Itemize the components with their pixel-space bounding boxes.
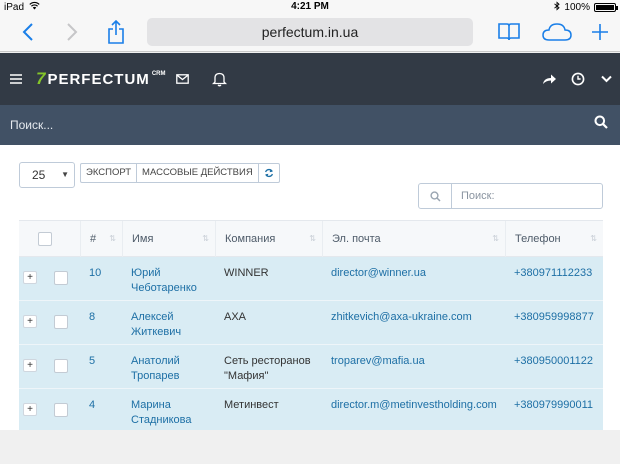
logo-superscript: CRM <box>151 71 166 77</box>
browser-toolbar: perfectum.in.ua <box>0 14 620 52</box>
column-header-id[interactable]: # ⇅ <box>80 221 122 258</box>
contact-phone[interactable]: +380950001122 <box>514 354 593 369</box>
row-checkbox[interactable] <box>54 403 68 417</box>
app-logo[interactable]: 7 PERFECTUM CRM <box>36 67 165 91</box>
expand-row-button[interactable]: + <box>23 403 37 416</box>
table-header: # ⇅ Имя ⇅ Компания ⇅ Эл. почта ⇅ Телефон ⇅ <box>19 220 603 258</box>
global-search-input[interactable]: Поиск... <box>10 118 53 132</box>
contact-email[interactable]: troparev@mafia.ua <box>331 354 425 369</box>
column-header-name[interactable]: Имя ⇅ <box>122 221 215 258</box>
sort-icon: ⇅ <box>492 234 499 243</box>
app-header: 7 PERFECTUM CRM <box>0 53 620 105</box>
logo-text: PERFECTUM <box>47 70 150 88</box>
notifications-button[interactable] <box>207 67 231 91</box>
row-checkbox[interactable] <box>54 315 68 329</box>
sort-icon: ⇅ <box>109 234 116 243</box>
sort-icon: ⇅ <box>590 234 597 243</box>
contact-company: AXA <box>224 311 247 323</box>
expand-row-button[interactable]: + <box>23 359 37 372</box>
table-search-input[interactable]: Поиск: <box>461 190 495 202</box>
share-link-button[interactable] <box>537 67 561 91</box>
contact-phone[interactable]: +380979990011 <box>514 398 593 413</box>
contact-email[interactable]: zhitkevich@axa-ukraine.com <box>331 310 472 325</box>
refresh-icon <box>264 168 273 178</box>
select-all-header <box>19 221 80 258</box>
profile-dropdown-button[interactable] <box>594 67 618 91</box>
page-length-select[interactable]: 25 ▼ <box>19 162 75 188</box>
column-header-email[interactable]: Эл. почта ⇅ <box>322 221 505 258</box>
contact-phone[interactable]: +380971112233 <box>514 266 592 281</box>
contact-id[interactable]: 10 <box>89 266 101 281</box>
search-icon[interactable] <box>594 115 608 134</box>
contact-phone[interactable]: +380959998877 <box>514 310 594 325</box>
battery-percent: 100% <box>564 2 590 13</box>
expand-row-button[interactable]: + <box>23 315 37 328</box>
messages-button[interactable] <box>170 67 194 91</box>
icloud-tabs-button[interactable] <box>540 19 574 45</box>
clock: 4:21 PM <box>291 1 329 12</box>
page-length-value: 25 <box>32 168 46 182</box>
caret-down-icon: ▼ <box>61 170 69 179</box>
clock-icon <box>571 72 585 86</box>
contact-id[interactable]: 8 <box>89 310 95 325</box>
ios-status-bar: iPad 4:21 PM 100% <box>0 0 620 14</box>
sort-icon: ⇅ <box>309 234 316 243</box>
contact-name[interactable]: Марина Стадникова <box>131 398 192 428</box>
select-all-checkbox[interactable] <box>38 232 52 246</box>
table-row[interactable]: + 8 Алексей Житкевич AXA zhitkevich@axa-u… <box>19 301 603 345</box>
contact-name[interactable]: Анатолий Тропарев <box>131 354 180 384</box>
contact-email[interactable]: director.m@metinvestholding.com <box>331 398 497 413</box>
back-button[interactable] <box>14 19 42 45</box>
table-search[interactable]: Поиск: <box>418 183 603 209</box>
contact-company: Метинвест <box>224 399 279 411</box>
envelope-icon <box>175 74 189 84</box>
new-tab-button[interactable] <box>586 19 614 45</box>
menu-button[interactable] <box>4 67 28 91</box>
contact-email[interactable]: director@winner.ua <box>331 266 426 281</box>
book-icon <box>498 23 520 41</box>
plus-icon <box>592 24 608 40</box>
table-row[interactable]: + 10 Юрий Чеботаренко WINNER director@win… <box>19 257 603 301</box>
forward-button[interactable] <box>58 19 86 45</box>
contacts-table: # ⇅ Имя ⇅ Компания ⇅ Эл. почта ⇅ Телефон ⇅ + … <box>19 220 603 433</box>
row-checkbox[interactable] <box>54 271 68 285</box>
bell-icon <box>211 72 227 87</box>
search-icon <box>419 184 452 208</box>
contact-company: Сеть ресторанов "Мафия" <box>224 355 311 382</box>
contact-company: WINNER <box>224 267 269 279</box>
chevron-left-icon <box>22 23 33 41</box>
row-checkbox[interactable] <box>54 359 68 373</box>
logo-mark: 7 <box>36 69 47 88</box>
share-icon <box>108 20 124 44</box>
expand-row-button[interactable]: + <box>23 271 37 284</box>
global-search-bar[interactable]: Поиск... <box>0 105 620 145</box>
address-bar[interactable]: perfectum.in.ua <box>147 18 473 46</box>
cloud-icon <box>542 23 572 41</box>
table-row[interactable]: + 4 Марина Стадникова Метинвест director.… <box>19 389 603 433</box>
contacts-panel: 25 ▼ ЭКСПОРТ МАССОВЫЕ ДЕЙСТВИЯ Поиск: # ⇅… <box>0 145 620 433</box>
contact-name[interactable]: Алексей Житкевич <box>131 310 181 340</box>
contact-name[interactable]: Юрий Чеботаренко <box>131 266 197 296</box>
page-bottom-area <box>0 430 620 464</box>
refresh-button[interactable] <box>257 163 280 183</box>
table-row[interactable]: + 5 Анатолий Тропарев Сеть ресторанов "Маф… <box>19 345 603 389</box>
chevron-right-icon <box>67 23 78 41</box>
share-button[interactable] <box>102 19 130 45</box>
contact-id[interactable]: 4 <box>89 398 95 413</box>
timer-button[interactable] <box>566 67 590 91</box>
table-actions: ЭКСПОРТ МАССОВЫЕ ДЕЙСТВИЯ <box>80 163 280 183</box>
chevron-down-icon <box>600 75 612 83</box>
bluetooth-icon <box>554 1 561 14</box>
share-arrow-icon <box>542 74 556 84</box>
column-header-company[interactable]: Компания ⇅ <box>215 221 322 258</box>
bulk-actions-button[interactable]: МАССОВЫЕ ДЕЙСТВИЯ <box>136 163 259 183</box>
column-header-phone[interactable]: Телефон ⇅ <box>505 221 603 258</box>
hamburger-icon <box>10 74 22 84</box>
sort-icon: ⇅ <box>202 234 209 243</box>
battery-icon <box>594 3 618 12</box>
bookmarks-button[interactable] <box>495 19 523 45</box>
contact-id[interactable]: 5 <box>89 354 95 369</box>
export-button[interactable]: ЭКСПОРТ <box>80 163 138 183</box>
